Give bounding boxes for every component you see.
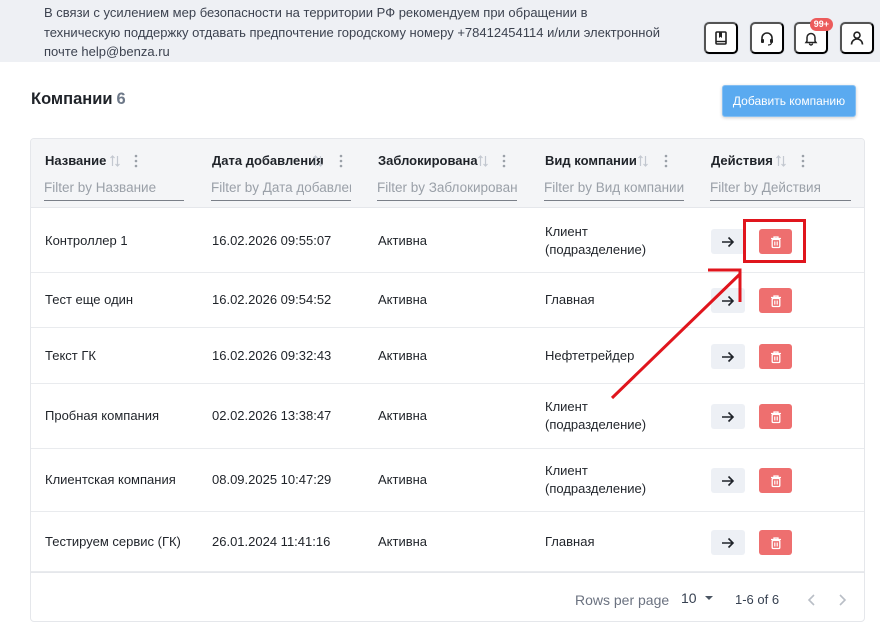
trash-icon (770, 350, 781, 363)
book-icon (715, 31, 727, 45)
column-filter-input[interactable] (544, 177, 684, 201)
sort-icon[interactable] (477, 154, 489, 168)
delete-company-button[interactable] (759, 404, 792, 429)
open-company-button[interactable] (711, 468, 745, 493)
date-added: 16.02.2026 09:32:43 (212, 347, 332, 363)
company-type: Главная (545, 292, 595, 307)
date-added: 16.02.2026 09:54:52 (212, 292, 332, 307)
trash-icon (770, 536, 781, 549)
company-name: Пробная компания (45, 408, 160, 423)
column-menu-icon[interactable] (502, 154, 506, 168)
notifications-button[interactable]: 99+ (794, 18, 833, 54)
column-menu-icon[interactable] (664, 154, 668, 168)
delete-button-highlight (743, 219, 806, 263)
rows-per-page-label: Rows per page (575, 592, 670, 608)
rows-per-page-value: 10 (681, 590, 697, 606)
table-row[interactable]: Пробная компания 02.02.2026 13:38:47 Актив… (31, 384, 864, 449)
headset-icon (761, 32, 773, 46)
bell-icon (804, 32, 818, 46)
date-added: 16.02.2026 09:55:07 (212, 232, 332, 248)
delete-company-button[interactable] (759, 288, 792, 313)
trash-icon (770, 474, 781, 487)
arrow-right-icon (722, 411, 735, 422)
sort-icon[interactable] (775, 154, 787, 168)
column-label: Дата добавления (212, 153, 324, 168)
blocked-status: Активна (378, 472, 428, 487)
page-title: Компании 6 (31, 90, 126, 109)
column-label: Название (45, 153, 107, 168)
column-filter-input[interactable] (44, 177, 184, 201)
rows-per-page-select[interactable]: 10 (681, 590, 717, 606)
open-company-button[interactable] (711, 288, 745, 313)
company-name: Контроллер 1 (45, 232, 128, 248)
add-company-button[interactable]: Добавить компанию (722, 85, 856, 117)
arrow-right-icon (722, 295, 735, 306)
column-label: Действия (711, 153, 773, 168)
delete-company-button[interactable] (759, 468, 792, 493)
blocked-status: Активна (378, 408, 428, 423)
date-added: 08.09.2025 10:47:29 (212, 472, 332, 487)
trash-icon (770, 294, 781, 307)
column-menu-icon[interactable] (801, 154, 805, 168)
company-type: Нефтетрейдер (545, 347, 635, 363)
company-name: Текст ГК (45, 347, 96, 363)
sort-icon[interactable] (109, 154, 121, 168)
company-type: Клиент (подразделение) (545, 399, 647, 432)
delete-company-button[interactable] (759, 530, 792, 555)
date-added: 02.02.2026 13:38:47 (212, 408, 332, 423)
table-row[interactable]: Контроллер 1 16.02.2026 09:55:07 Активна Кл… (31, 209, 864, 273)
delete-company-button[interactable] (759, 344, 792, 369)
companies-table: Название Дата добавления Заблокирована Вид … (30, 138, 865, 622)
table-row[interactable]: Тест еще один 16.02.2026 09:54:52 Активна Г… (31, 273, 864, 328)
top-bar: В связи с усилением мер безопасности на … (0, 0, 880, 62)
support-button[interactable] (750, 22, 784, 54)
prev-page-icon[interactable] (806, 593, 818, 607)
company-type: Клиент (подразделение) (545, 223, 647, 257)
column-menu-icon[interactable] (134, 154, 138, 168)
open-company-button[interactable] (711, 404, 745, 429)
open-company-button[interactable] (711, 530, 745, 555)
column-filter-input[interactable] (710, 177, 851, 201)
sort-icon[interactable] (312, 154, 324, 168)
column-filter-input[interactable] (377, 177, 517, 201)
user-icon (850, 31, 864, 45)
date-added: 26.01.2024 11:41:16 (212, 533, 331, 549)
column-filter-input[interactable] (211, 177, 351, 201)
open-company-button[interactable] (711, 229, 745, 254)
pagination-range: 1-6 of 6 (735, 592, 780, 607)
table-row[interactable]: Тестируем сервис (ГК) 26.01.2024 11:41:16… (31, 512, 864, 572)
docs-button[interactable] (704, 22, 738, 54)
pagination: Rows per page 10 1-6 of 6 (31, 572, 864, 621)
table-header: Название Дата добавления Заблокирована Вид … (31, 139, 864, 208)
arrow-right-icon (722, 351, 735, 362)
column-label: Вид компании (545, 153, 637, 168)
table-row[interactable]: Текст ГК 16.02.2026 09:32:43 Активна Нефтет… (31, 328, 864, 384)
notifications-badge: 99+ (809, 18, 833, 31)
trash-icon (770, 410, 781, 423)
arrow-right-icon (722, 236, 735, 247)
company-name: Тест еще один (45, 292, 134, 307)
company-name: Тестируем сервис (ГК) (45, 533, 181, 549)
security-notice: В связи с усилением мер безопасности на … (44, 5, 660, 59)
column-menu-icon[interactable] (339, 154, 343, 168)
blocked-status: Активна (378, 347, 428, 363)
blocked-status: Активна (378, 292, 428, 307)
arrow-right-icon (722, 537, 735, 548)
caret-down-icon (704, 596, 713, 600)
table-row[interactable]: Клиентская компания 08.09.2025 10:47:29 Ак… (31, 449, 864, 512)
column-label: Заблокирована (378, 153, 478, 168)
company-type: Главная (545, 533, 595, 549)
blocked-status: Активна (378, 232, 428, 248)
profile-button[interactable] (840, 22, 874, 54)
sort-icon[interactable] (637, 154, 649, 168)
page-title-text: Компании (31, 90, 113, 108)
arrow-right-icon (722, 475, 735, 486)
next-page-icon[interactable] (836, 593, 848, 607)
open-company-button[interactable] (711, 344, 745, 369)
companies-count: 6 (116, 90, 126, 108)
blocked-status: Активна (378, 533, 428, 549)
company-name: Клиентская компания (45, 472, 176, 487)
company-type: Клиент (подразделение) (545, 463, 647, 496)
